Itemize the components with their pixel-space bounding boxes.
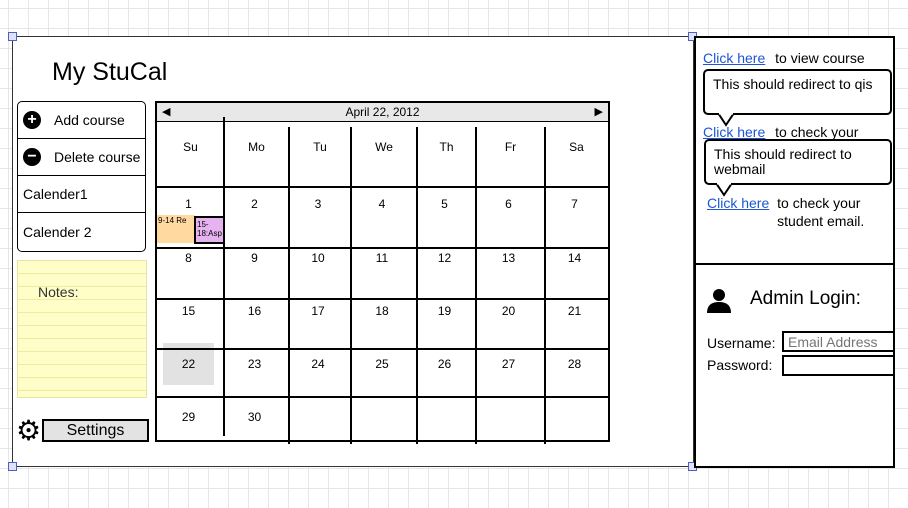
previous-month-icon[interactable]: ◀: [162, 105, 170, 118]
check-link-text: to check your: [775, 124, 859, 139]
calendar-day[interactable]: 28: [545, 357, 605, 371]
calendar-day[interactable]: 12: [415, 251, 475, 265]
calendar-day[interactable]: 19: [415, 304, 475, 318]
calendar-2-item[interactable]: Calender 2: [18, 213, 145, 250]
calendar-day[interactable]: 21: [545, 304, 605, 318]
qis-bubble-text: This should redirect to qis: [713, 76, 873, 92]
resize-handle[interactable]: [8, 32, 17, 41]
calendar-day[interactable]: 24: [288, 357, 348, 371]
student-email-link[interactable]: Click here: [707, 195, 769, 211]
weekday-header: Th: [439, 140, 454, 154]
weekday-header: Sa: [569, 140, 584, 154]
weekday-header: Tu: [313, 140, 327, 154]
calendar-event[interactable]: 15-18:Asp: [194, 216, 225, 244]
email-link-row: Click here to check your student email.: [707, 194, 877, 230]
calendar-2-label: Calender 2: [23, 223, 92, 240]
calendar-month-label: April 22, 2012: [345, 105, 420, 119]
calendar-row-divider: [157, 186, 608, 188]
weekday-header: Fr: [504, 140, 517, 154]
calendar-day[interactable]: 30: [225, 410, 285, 424]
settings-button[interactable]: Settings: [42, 419, 149, 442]
calendar-1-label: Calender1: [23, 186, 88, 202]
password-label: Password:: [707, 357, 773, 373]
resize-handle[interactable]: [8, 462, 17, 471]
delete-course-button[interactable]: − Delete course: [18, 139, 145, 176]
qis-speech-bubble: This should redirect to qis: [703, 69, 892, 115]
calendar-day[interactable]: 3: [288, 197, 348, 211]
calendar-day[interactable]: 2: [225, 197, 285, 211]
course-link-row: Click here to view course: [703, 50, 865, 66]
notes-label: Notes:: [38, 284, 79, 300]
calendar-day[interactable]: 17: [288, 304, 348, 318]
calendar-day[interactable]: 13: [479, 251, 539, 265]
view-course-text: to view course: [775, 50, 865, 66]
webmail-speech-bubble: This should redirect to webmail: [704, 139, 892, 185]
calendar-row-divider: [157, 247, 608, 249]
calendar-row-divider: [157, 348, 608, 350]
calendar: ◀ April 22, 2012 ▶ Su Mo Tu We Th Fr Sa 1 2 3 4 5 6 7…: [155, 101, 610, 444]
delete-course-label: Delete course: [54, 149, 141, 165]
notes-panel[interactable]: Notes:: [17, 260, 147, 398]
calendar-row-divider: [157, 396, 608, 398]
admin-login-title: Admin Login:: [750, 288, 861, 309]
next-month-icon[interactable]: ▶: [595, 105, 603, 118]
calendar-day[interactable]: 8: [159, 251, 219, 265]
calendar-day[interactable]: 10: [288, 251, 348, 265]
calendar-day[interactable]: 20: [479, 304, 539, 318]
calendar-day[interactable]: 27: [479, 357, 539, 371]
course-menu: + Add course − Delete course Calender1 C…: [17, 101, 146, 252]
add-course-label: Add course: [54, 112, 125, 128]
username-input[interactable]: [782, 331, 893, 352]
password-input[interactable]: [782, 355, 893, 376]
calendar-day[interactable]: 25: [352, 357, 412, 371]
calendar-day[interactable]: 11: [352, 251, 412, 265]
add-course-button[interactable]: + Add course: [18, 102, 145, 139]
calendar-day[interactable]: 18: [352, 304, 412, 318]
calendar-day[interactable]: 5: [415, 197, 475, 211]
calendar-day[interactable]: 16: [225, 304, 285, 318]
calendar-day[interactable]: 9: [225, 251, 285, 265]
check-link[interactable]: Click here: [703, 124, 765, 139]
calendar-day[interactable]: 29: [159, 410, 219, 424]
weekday-header: We: [375, 140, 393, 154]
check-link-row: Click here to check your: [703, 124, 888, 139]
calendar-day[interactable]: 22: [159, 357, 219, 371]
app-title: My StuCal: [52, 58, 168, 86]
view-course-link[interactable]: Click here: [703, 50, 765, 66]
minus-circle-icon: −: [23, 148, 41, 166]
user-icon: [707, 289, 731, 313]
calendar-1-item[interactable]: Calender1: [18, 176, 145, 213]
calendar-event[interactable]: 9-14 Re: [157, 215, 195, 243]
calendar-day[interactable]: 23: [225, 357, 285, 371]
calendar-day[interactable]: 14: [545, 251, 605, 265]
username-label: Username:: [707, 335, 776, 351]
calendar-row-divider: [157, 298, 608, 300]
plus-circle-icon: +: [23, 111, 41, 129]
webmail-bubble-text: This should redirect to webmail: [714, 146, 852, 177]
student-email-text: to check your student email.: [777, 195, 865, 229]
gear-icon[interactable]: ⚙: [16, 417, 41, 445]
calendar-day[interactable]: 7: [545, 197, 605, 211]
calendar-day[interactable]: 1: [159, 197, 219, 211]
calendar-column-divider: [223, 117, 225, 436]
weekday-header: Su: [183, 140, 198, 154]
weekday-header: Mo: [248, 140, 265, 154]
calendar-day[interactable]: 4: [352, 197, 412, 211]
calendar-day[interactable]: 15: [159, 304, 219, 318]
calendar-day[interactable]: 26: [415, 357, 475, 371]
calendar-day[interactable]: 6: [479, 197, 539, 211]
